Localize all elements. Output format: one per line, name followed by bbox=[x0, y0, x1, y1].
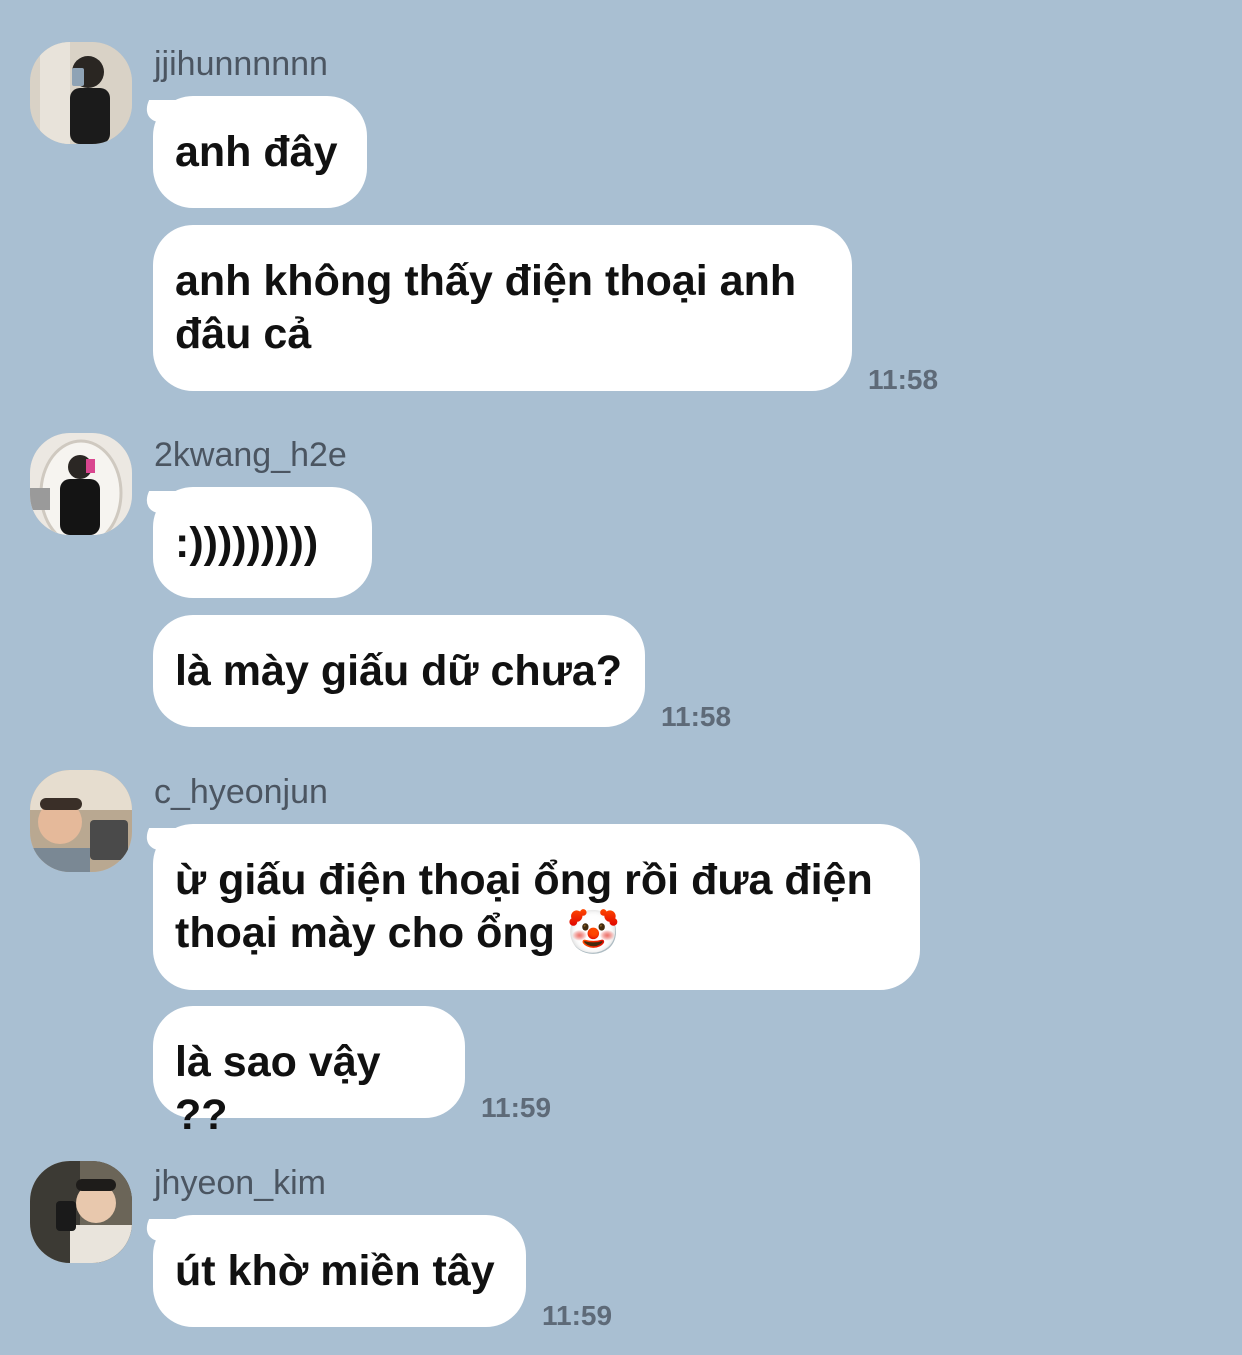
message-bubble[interactable]: :))))))))) bbox=[153, 487, 372, 598]
sender-username[interactable]: jjihunnnnnn bbox=[154, 47, 328, 81]
message-timestamp: 11:59 bbox=[542, 1300, 613, 1331]
user-avatar-photo-icon bbox=[30, 770, 132, 872]
message-bubble[interactable]: anh đây bbox=[153, 96, 367, 208]
message-timestamp: 11:58 bbox=[868, 364, 939, 395]
message-bubble[interactable]: là sao vậy ?? bbox=[153, 1006, 465, 1139]
message-timestamp: 11:58 bbox=[661, 701, 732, 732]
avatar-2kwang_h2e[interactable] bbox=[30, 433, 132, 535]
message-bubble[interactable]: là mày giấu dữ chưa? bbox=[153, 615, 645, 727]
sender-username[interactable]: 2kwang_h2e bbox=[154, 438, 347, 472]
user-avatar-photo-icon bbox=[30, 433, 132, 535]
sender-username[interactable]: jhyeon_kim bbox=[154, 1166, 326, 1200]
sender-username[interactable]: c_hyeonjun bbox=[154, 775, 328, 809]
message-bubble[interactable]: út khờ miền tây bbox=[153, 1215, 526, 1327]
avatar-jhyeon_kim[interactable] bbox=[30, 1161, 132, 1263]
message-bubble[interactable]: anh không thấy điện thoại anh đâu cả bbox=[153, 225, 852, 391]
user-avatar-photo-icon bbox=[30, 42, 132, 144]
avatar-c_hyeonjun[interactable] bbox=[30, 770, 132, 872]
message-bubble[interactable]: ừ giấu điện thoại ổng rồi đưa điện thoại… bbox=[153, 824, 920, 990]
avatar-jjihunnnnnn[interactable] bbox=[30, 42, 132, 144]
message-timestamp: 11:59 bbox=[481, 1092, 552, 1123]
user-avatar-photo-icon bbox=[30, 1161, 132, 1263]
